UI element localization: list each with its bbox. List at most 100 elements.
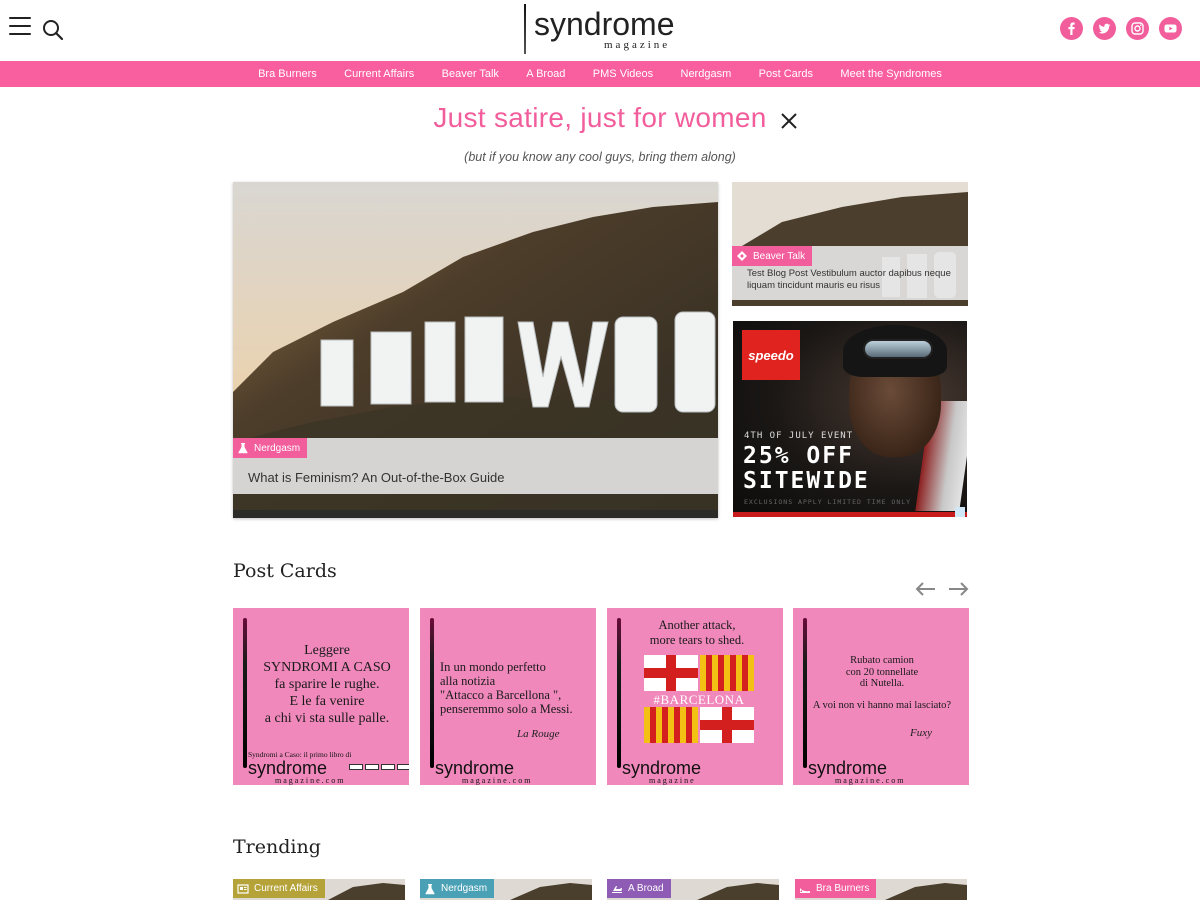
close-icon[interactable] <box>778 110 800 132</box>
card-brand-sub: magazine <box>649 776 696 785</box>
card-text: Rubato camion con 20 tonnellate di Nutel… <box>807 655 957 711</box>
nav-pms-videos[interactable]: PMS Videos <box>593 68 653 80</box>
card-brand-sub: magazine.com <box>275 776 346 785</box>
ad-event: 4TH OF JULY EVENT <box>744 431 854 441</box>
card-slash <box>430 618 434 768</box>
card-text: Leggere SYNDROMI A CASO fa sparire le ru… <box>247 642 407 727</box>
trending-title: Trending <box>233 836 321 858</box>
menu-icon[interactable] <box>9 17 31 39</box>
card-line: "Attacco a Barcellona ", <box>440 688 562 702</box>
trending-category-badge[interactable]: A Broad <box>607 879 671 898</box>
trending-category-badge[interactable]: Nerdgasm <box>420 879 495 898</box>
nav-current-affairs[interactable]: Current Affairs <box>344 68 414 80</box>
site-logo[interactable]: syndrome magazine <box>522 4 692 56</box>
card-spacer <box>807 690 957 700</box>
trending-item[interactable]: Current Affairs <box>233 879 405 900</box>
nav-post-cards[interactable]: Post Cards <box>759 68 813 80</box>
card-line: penseremmo solo a Messi. <box>440 702 573 716</box>
ad-red-line <box>733 512 967 517</box>
card-line: more tears to shed. <box>649 633 745 647</box>
site-header: syndrome magazine <box>0 0 1200 61</box>
adchoices-icon[interactable] <box>955 507 965 517</box>
post-card[interactable]: Leggere SYNDROMI A CASO fa sparire le ru… <box>233 608 409 785</box>
hero-post[interactable]: What is Feminism? An Out-of-the-Box Guid… <box>233 182 718 518</box>
nav-bra-burners[interactable]: Bra Burners <box>258 68 317 80</box>
store-badges <box>349 764 409 770</box>
ad-goggles <box>863 339 933 359</box>
card-line: Leggere <box>304 643 350 658</box>
high-heel-icon <box>800 887 810 893</box>
card-line: A voi non vi hanno mai lasciato? <box>812 699 952 711</box>
post-card[interactable]: In un mondo perfetto alla notizia "Attac… <box>420 608 596 785</box>
tagline-subtitle: (but if you know any cool guys, bring th… <box>464 150 736 164</box>
card-line: alla notizia <box>440 674 496 688</box>
card-line: In un mondo perfetto <box>440 660 546 674</box>
logo-word: syndrome <box>534 6 675 42</box>
ad-banner[interactable]: speedo 4TH OF JULY EVENT 25% OFF SITEWID… <box>733 321 967 517</box>
newspaper-icon <box>237 883 249 894</box>
plane-icon <box>612 885 622 893</box>
card-line: Rubato camion <box>850 655 914 666</box>
social-links <box>1060 17 1182 40</box>
hero-footer-strip <box>233 510 718 518</box>
side-post-category-label: Beaver Talk <box>753 250 806 262</box>
hero-category-label: Nerdgasm <box>254 442 301 454</box>
card-line: Another attack, <box>658 618 736 632</box>
ad-logo-text: speedo <box>748 347 794 363</box>
logo-mark <box>524 4 526 54</box>
card-line: fa sparire le rughe. <box>274 677 380 692</box>
twitter-icon[interactable] <box>1093 17 1116 40</box>
flask-icon <box>238 443 248 454</box>
card-slash <box>617 618 621 768</box>
arrow-left-icon[interactable] <box>915 580 937 598</box>
trending-category-badge[interactable]: Bra Burners <box>795 879 877 898</box>
hero-title[interactable]: What is Feminism? An Out-of-the-Box Guid… <box>248 470 504 485</box>
post-card[interactable]: Another attack, more tears to shed. #BAR… <box>607 608 783 785</box>
card-signature: Fuxy <box>910 727 932 739</box>
flag-caption: #BARCELONA <box>653 692 745 707</box>
card-line: a chi vi sta sulle palle. <box>264 711 390 726</box>
side-post-category-badge[interactable]: Beaver Talk <box>732 246 813 266</box>
nav-a-broad[interactable]: A Broad <box>526 68 565 80</box>
ad-headline-2: SITEWIDE <box>743 468 870 494</box>
side-post[interactable]: Test Blog Post Vestibulum auctor dapibus… <box>732 182 968 306</box>
ad-fine-print: EXCLUSIONS APPLY LIMITED TIME ONLY <box>744 498 912 506</box>
card-signature: La Rouge <box>517 728 560 740</box>
trending-category-label: Current Affairs <box>254 883 318 894</box>
post-card[interactable]: Rubato camion con 20 tonnellate di Nutel… <box>793 608 969 785</box>
card-brand-sub: magazine.com <box>462 776 533 785</box>
trending-item[interactable]: A Broad <box>607 879 779 900</box>
facebook-icon[interactable] <box>1060 17 1083 40</box>
trending-category-label: A Broad <box>628 883 664 894</box>
arrow-right-icon[interactable] <box>947 580 969 598</box>
card-line: E le fa venire <box>289 694 365 709</box>
ad-headline-1: 25% OFF <box>743 443 854 469</box>
nav-meet-the-syndromes[interactable]: Meet the Syndromes <box>840 68 942 80</box>
main-nav: Bra Burners Current Affairs Beaver Talk … <box>0 61 1200 87</box>
diamond-icon <box>737 251 747 261</box>
flask-icon <box>425 883 435 894</box>
tagline: Just satire, just for women <box>0 102 1200 134</box>
trending-item[interactable]: Bra Burners <box>795 879 967 900</box>
card-text: Another attack, more tears to shed. <box>627 618 767 648</box>
nav-nerdgasm[interactable]: Nerdgasm <box>681 68 732 80</box>
trending-category-label: Nerdgasm <box>441 883 488 894</box>
side-post-title[interactable]: Test Blog Post Vestibulum auctor dapibus… <box>747 268 957 292</box>
trending-item[interactable]: Nerdgasm <box>420 879 592 900</box>
logo-sub: magazine <box>604 39 671 51</box>
search-icon[interactable] <box>42 19 64 41</box>
instagram-icon[interactable] <box>1126 17 1149 40</box>
card-line: con 20 tonnellate <box>845 666 919 678</box>
card-brand-sub: magazine.com <box>835 776 906 785</box>
nav-beaver-talk[interactable]: Beaver Talk <box>442 68 499 80</box>
hero-category-badge[interactable]: Nerdgasm <box>233 438 308 458</box>
ad-logo: speedo <box>742 330 800 380</box>
card-line: di Nutella. <box>859 678 905 689</box>
trending-category-label: Bra Burners <box>816 883 870 894</box>
card-line: SYNDROMI A CASO <box>263 660 391 675</box>
tagline-title: Just satire, just for women <box>433 102 767 133</box>
card-text: In un mondo perfetto alla notizia "Attac… <box>440 660 590 716</box>
youtube-icon[interactable] <box>1159 17 1182 40</box>
post-cards-title: Post Cards <box>233 560 337 582</box>
trending-category-badge[interactable]: Current Affairs <box>233 879 325 898</box>
